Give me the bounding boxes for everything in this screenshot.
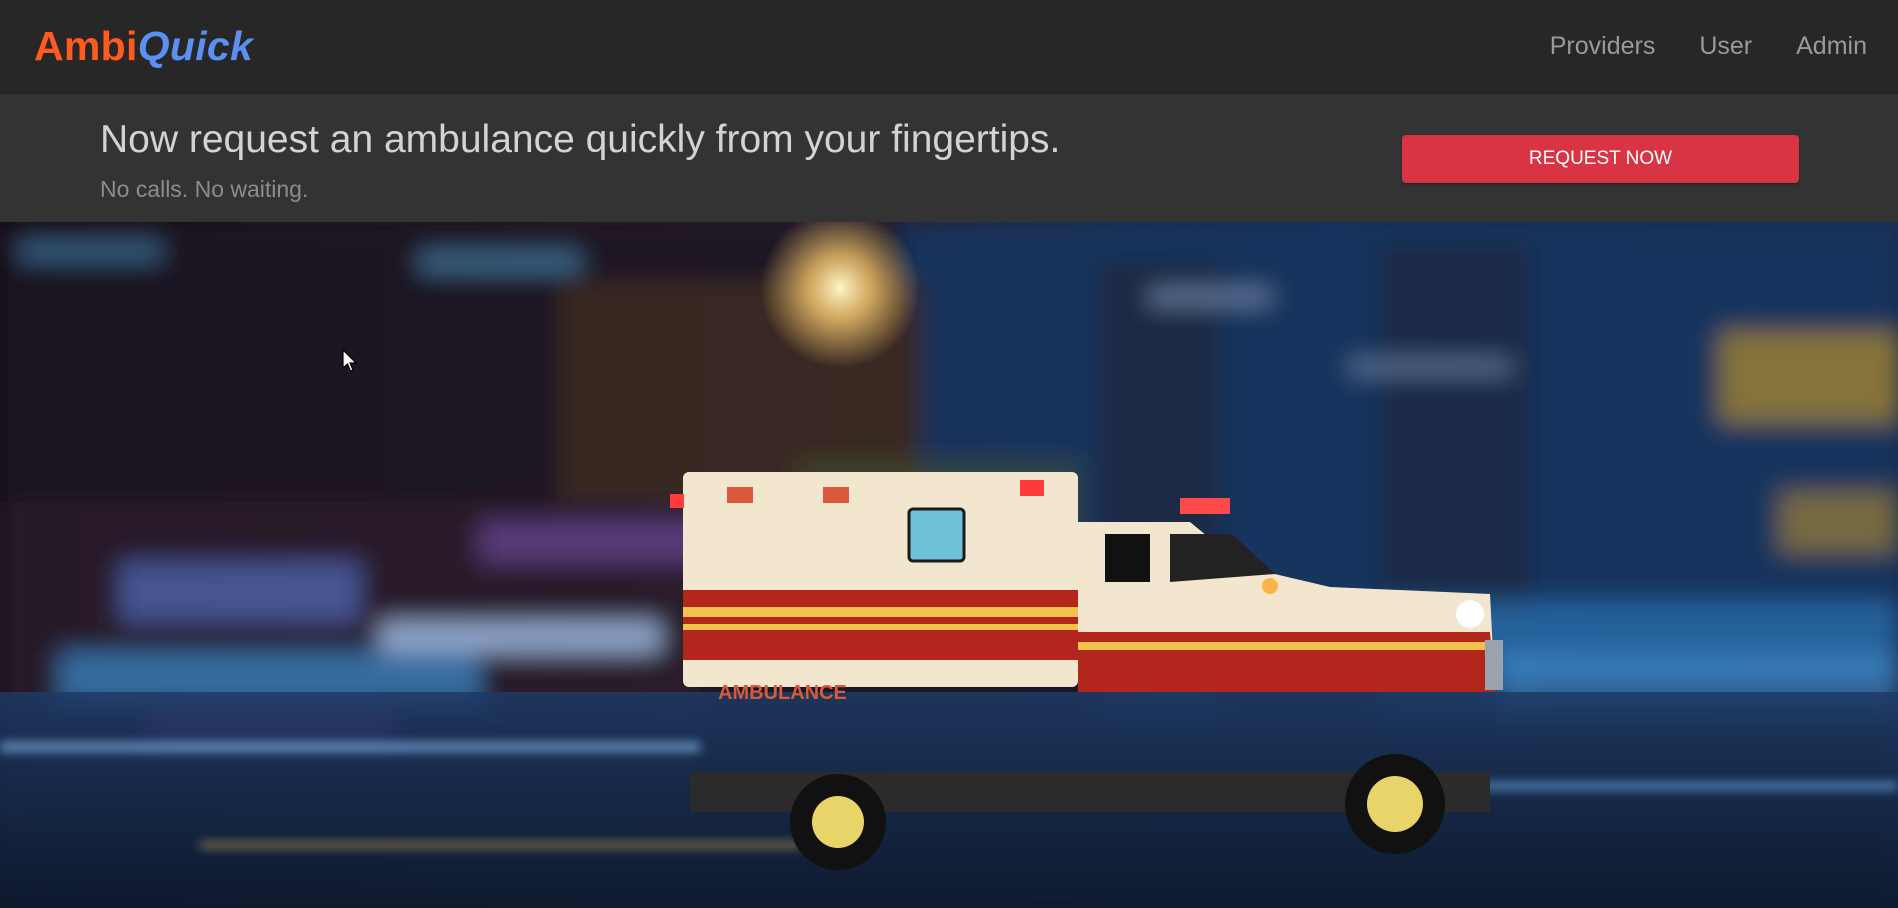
top-navbar: Ambi Quick Providers User Admin: [0, 0, 1898, 94]
brand-part-quick: Quick: [137, 23, 254, 69]
hero-ambulance-illustration: AMBULANCE: [0, 222, 1898, 908]
nav-item-providers[interactable]: Providers: [1550, 32, 1656, 61]
banner-subline: No calls. No waiting.: [100, 176, 309, 202]
ambulance-label: AMBULANCE: [718, 682, 847, 704]
banner-headline: Now request an ambulance quickly from yo…: [100, 118, 1061, 161]
mouse-cursor-icon: [342, 349, 358, 372]
promo-banner: Now request an ambulance quickly from yo…: [0, 94, 1898, 222]
hero-image: AMBULANCE: [0, 222, 1898, 908]
request-now-button[interactable]: REQUEST NOW: [1402, 135, 1799, 183]
nav-item-admin[interactable]: Admin: [1796, 32, 1867, 61]
brand-logo[interactable]: Ambi Quick: [34, 23, 253, 70]
nav-links: Providers User Admin: [1550, 32, 1867, 61]
nav-item-user[interactable]: User: [1699, 32, 1752, 61]
brand-part-ambi: Ambi: [34, 23, 138, 69]
